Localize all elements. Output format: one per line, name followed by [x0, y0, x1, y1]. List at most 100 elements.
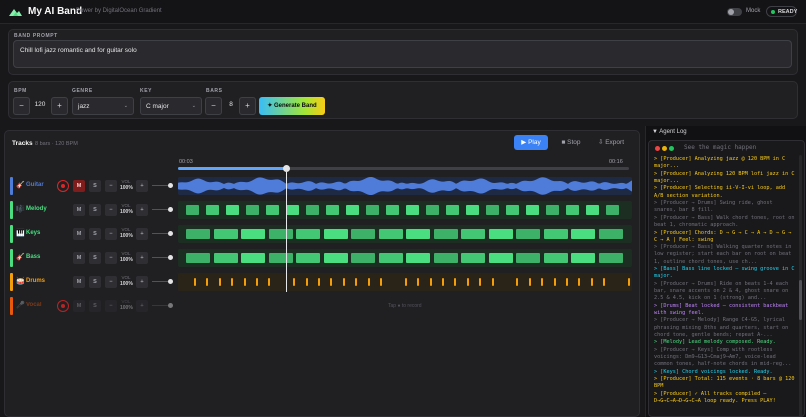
volume-value: 100% [120, 305, 133, 311]
mute-button[interactable]: M [73, 252, 85, 264]
status-text: READY [778, 9, 798, 15]
scrollbar-thumb[interactable] [799, 280, 802, 320]
drum-hit [516, 278, 519, 286]
export-button[interactable]: ⇩ Export [590, 135, 632, 150]
track-lane[interactable] [178, 225, 632, 243]
note-block [506, 205, 519, 215]
record-button[interactable] [57, 180, 69, 192]
prompt-input[interactable]: Chill lofi jazz romantic and for guitar … [13, 40, 792, 68]
track-name: Keys [26, 230, 41, 236]
track-lane[interactable] [178, 249, 632, 267]
track-instrument-icon: 🎤 [16, 302, 25, 309]
note-block [488, 253, 513, 263]
volume-increase-button[interactable]: + [136, 180, 148, 192]
key-select[interactable]: C major ⌄ [140, 97, 202, 115]
scrubber-handle[interactable] [283, 165, 290, 172]
log-line: > [Producer → Bass] Walk chord tones, ro… [654, 214, 795, 229]
chevron-down-icon: ⌄ [191, 103, 196, 109]
bars-value[interactable]: 8 [222, 101, 240, 108]
volume-display: VOL 100% [120, 203, 133, 215]
log-line: > [Producer → Drums] Ride on beats 1-4 e… [654, 280, 789, 302]
bpm-decrease-button[interactable]: − [13, 97, 30, 115]
note-block [226, 205, 239, 215]
note-block [266, 205, 279, 215]
generate-band-button[interactable]: ✦ Generate Band [259, 97, 325, 115]
bars-decrease-button[interactable]: − [205, 97, 222, 115]
agent-log-panel: ▼ Agent Log See the magic happen > [Prod… [645, 126, 806, 417]
solo-button[interactable]: S [89, 252, 101, 264]
pan-handle[interactable] [168, 183, 173, 188]
mute-button[interactable]: M [73, 228, 85, 240]
bpm-value[interactable]: 120 [30, 101, 50, 108]
mock-toggle[interactable] [727, 8, 742, 16]
pan-handle[interactable] [168, 255, 173, 260]
note-block [241, 229, 265, 239]
volume-decrease-button[interactable]: − [105, 204, 117, 216]
drum-hit [541, 278, 544, 286]
bpm-increase-button[interactable]: + [51, 97, 68, 115]
track-color-bar [10, 297, 13, 315]
note-block [241, 253, 265, 263]
note-block [586, 205, 599, 215]
bars-increase-button[interactable]: + [239, 97, 256, 115]
volume-decrease-button[interactable]: − [105, 300, 117, 312]
mute-button[interactable]: M [73, 204, 85, 216]
solo-button[interactable]: S [89, 180, 101, 192]
volume-decrease-button[interactable]: − [105, 228, 117, 240]
track-instrument-icon: 🎼 [16, 206, 25, 213]
track-name: Guitar [26, 182, 44, 188]
timeline-progress [178, 167, 286, 170]
key-label: KEY [140, 88, 153, 94]
track-instrument-icon: 🎸 [16, 254, 25, 261]
record-button[interactable] [57, 300, 69, 312]
top-bar: My AI Band Power by DigitalOcean Gradien… [0, 0, 806, 24]
pan-handle[interactable] [168, 279, 173, 284]
solo-button[interactable]: S [89, 300, 101, 312]
track-color-bar [10, 249, 13, 267]
volume-decrease-button[interactable]: − [105, 276, 117, 288]
volume-increase-button[interactable]: + [136, 204, 148, 216]
pan-handle[interactable] [168, 231, 173, 236]
volume-decrease-button[interactable]: − [105, 180, 117, 192]
track-lane[interactable]: Tap ● to record [178, 297, 632, 315]
note-block [433, 229, 458, 239]
track-lane[interactable] [178, 273, 632, 291]
timeline-scrubber[interactable] [178, 165, 629, 172]
volume-increase-button[interactable]: + [136, 300, 148, 312]
note-block [378, 253, 403, 263]
volume-value: 100% [120, 257, 133, 263]
note-block [526, 205, 539, 215]
note-block [571, 253, 595, 263]
track-lane[interactable] [178, 201, 632, 219]
mute-button[interactable]: M [73, 276, 85, 288]
log-scrollbar[interactable] [799, 155, 802, 416]
drum-hit [442, 278, 444, 286]
agent-log-header[interactable]: ▼ Agent Log [652, 129, 687, 135]
solo-button[interactable]: S [89, 204, 101, 216]
stop-button[interactable]: ■ Stop [557, 135, 585, 150]
track-lane[interactable] [178, 176, 632, 196]
volume-increase-button[interactable]: + [136, 228, 148, 240]
note-block [306, 205, 319, 215]
mute-button[interactable]: M [73, 300, 85, 312]
pan-handle[interactable] [168, 207, 173, 212]
track-name: Bass [26, 254, 41, 260]
genre-select[interactable]: jazz ⌄ [72, 97, 134, 115]
drum-hit [404, 278, 407, 286]
volume-display: VOL 100% [120, 299, 133, 311]
volume-increase-button[interactable]: + [136, 252, 148, 264]
log-line: > [Producer → Drums] Swing ride, ghost s… [654, 200, 773, 214]
mute-button[interactable]: M [73, 180, 85, 192]
solo-button[interactable]: S [89, 276, 101, 288]
note-block [461, 253, 485, 263]
drum-hit [491, 278, 494, 286]
toggle-knob [728, 9, 734, 15]
note-block [186, 229, 210, 239]
volume-increase-button[interactable]: + [136, 276, 148, 288]
play-button[interactable]: ▶ Play [514, 135, 548, 150]
pan-handle[interactable] [168, 303, 173, 308]
drum-hit [479, 278, 482, 286]
solo-button[interactable]: S [89, 228, 101, 240]
volume-value: 100% [120, 209, 133, 215]
volume-decrease-button[interactable]: − [105, 252, 117, 264]
